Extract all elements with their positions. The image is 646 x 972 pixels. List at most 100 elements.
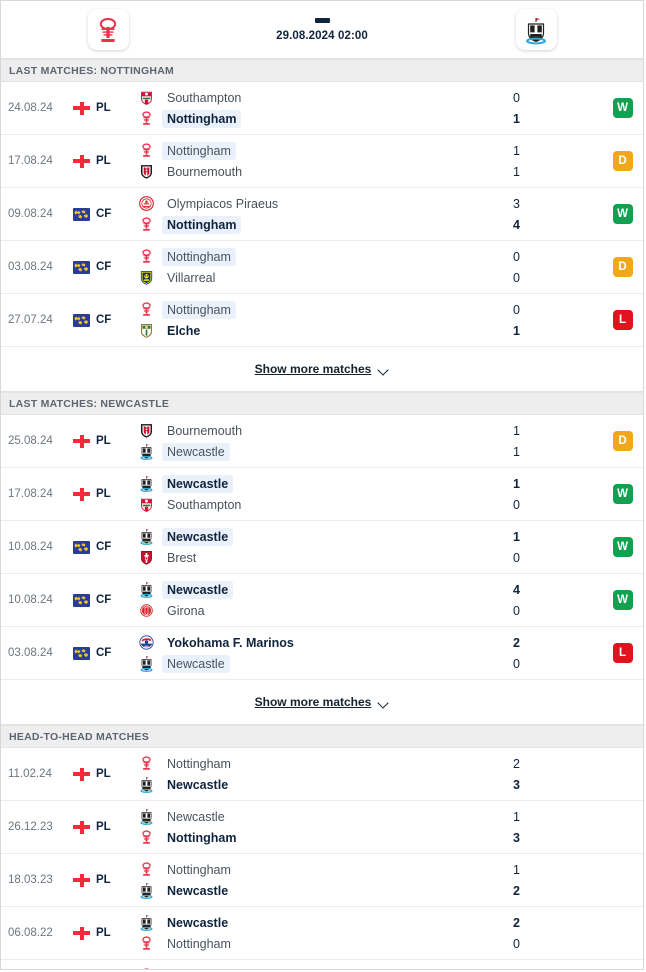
home-team[interactable]: Newcastle xyxy=(137,527,473,546)
home-team[interactable]: Newcastle xyxy=(137,474,473,493)
home-team[interactable]: Nottingham xyxy=(137,247,473,266)
competition-cell[interactable]: CF xyxy=(71,574,137,626)
home-team[interactable]: Newcastle xyxy=(137,580,473,599)
away-score: 1 xyxy=(513,111,520,126)
home-score: 4 xyxy=(513,582,520,597)
away-team[interactable]: Villarreal xyxy=(137,268,473,287)
show-more-matches-button[interactable]: Show more matches xyxy=(255,695,390,709)
teams-cell: Newcastle Southampton xyxy=(137,468,473,520)
competition-cell[interactable]: CF xyxy=(71,627,137,679)
match-row[interactable]: 25.08.24 PL Bournemouth Newcastle 1 1 D xyxy=(1,415,643,468)
away-team-name: Girona xyxy=(167,603,205,618)
away-team[interactable]: Girona xyxy=(137,601,473,620)
competition-cell[interactable]: PL xyxy=(71,854,137,906)
away-team-name: Nottingham xyxy=(167,830,237,845)
home-score: 0 xyxy=(513,302,520,317)
home-team[interactable]: Nottingham xyxy=(137,966,473,969)
away-team-crest-container[interactable] xyxy=(429,9,643,50)
home-team[interactable]: Yokohama F. Marinos xyxy=(137,633,473,652)
score-cell: 31 xyxy=(473,960,603,970)
home-score: 3 xyxy=(513,196,520,211)
match-row[interactable]: 09.08.24 CF Olympiacos Piraeus Nottingham 3 4… xyxy=(1,188,643,241)
away-team[interactable]: Newcastle xyxy=(137,654,473,673)
match-row[interactable]: 10.08.24 CF Newcastle Brest 1 0 W xyxy=(1,521,643,574)
home-team[interactable]: Nottingham xyxy=(137,141,473,160)
home-score: 2 xyxy=(513,635,520,650)
match-row[interactable]: 03.08.24 CF Yokohama F. Marinos Newcastle 2 0… xyxy=(1,627,643,680)
match-row[interactable]: 27.07.24 CF Nottingham Elche 0 1 L xyxy=(1,294,643,347)
home-team[interactable]: Newcastle xyxy=(137,913,473,932)
competition-label: PL xyxy=(96,927,111,939)
away-team[interactable]: Nottingham xyxy=(137,934,473,953)
home-team-name: Newcastle xyxy=(162,580,234,599)
result-cell: W xyxy=(603,468,643,520)
bournemouth-crest-icon xyxy=(137,163,155,181)
away-team[interactable]: Elche xyxy=(137,321,473,340)
away-team[interactable]: Newcastle xyxy=(137,775,473,794)
away-team[interactable]: Newcastle xyxy=(137,881,473,900)
home-team-name: Newcastle xyxy=(162,474,234,493)
match-row[interactable]: 24.08.24 PL Southampton Nottingham 0 1 W xyxy=(1,82,643,135)
match-row[interactable]: 06.08.22 PL Newcastle Nottingham 2 0 xyxy=(1,907,643,960)
result-cell xyxy=(603,907,643,959)
teams-cell: Newcastle Nottingham xyxy=(137,801,473,853)
competition-cell[interactable]: CF xyxy=(71,521,137,573)
score-cell: 20 xyxy=(473,627,603,679)
home-team[interactable]: Nottingham xyxy=(137,300,473,319)
competition-cell[interactable]: PL xyxy=(71,468,137,520)
away-team[interactable]: Nottingham xyxy=(137,109,473,128)
teams-cell: NottinghamNewcastle xyxy=(137,960,473,969)
away-team[interactable]: Nottingham xyxy=(137,215,473,234)
section-header-head-to-head-matches: HEAD-TO-HEAD MATCHES xyxy=(1,725,643,748)
competition-cell[interactable]: PL xyxy=(71,415,137,467)
newcastle-united-crest-icon xyxy=(137,808,155,826)
match-row[interactable]: 17.08.24 PL Newcastle Southampton 1 0 W xyxy=(1,468,643,521)
home-team[interactable]: Newcastle xyxy=(137,807,473,826)
competition-cell[interactable]: CF xyxy=(71,188,137,240)
match-row[interactable]: 18.03.23 PL Nottingham Newcastle 1 2 xyxy=(1,854,643,907)
away-score: 0 xyxy=(513,497,520,512)
home-team[interactable]: Olympiacos Piraeus xyxy=(137,194,473,213)
away-team[interactable]: Southampton xyxy=(137,495,473,514)
away-team[interactable]: Bournemouth xyxy=(137,162,473,181)
home-team-name: Nottingham xyxy=(162,141,236,160)
home-team[interactable]: Southampton xyxy=(137,88,473,107)
competition-cell[interactable]: PL xyxy=(71,135,137,187)
newcastle-united-crest-icon xyxy=(137,581,155,599)
home-team-name: Newcastle xyxy=(162,527,234,546)
newcastle-united-crest-icon xyxy=(137,475,155,493)
match-row[interactable]: 03.08.24 CF Nottingham Villarreal 0 0 D xyxy=(1,241,643,294)
away-team[interactable]: Brest xyxy=(137,548,473,567)
competition-cell[interactable]: CF xyxy=(71,294,137,346)
away-score: 0 xyxy=(513,550,520,565)
match-row[interactable]: 10.08.24 CF Newcastle Girona 4 0 W xyxy=(1,574,643,627)
home-score: 1 xyxy=(513,476,520,491)
away-team[interactable]: Newcastle xyxy=(137,442,473,461)
match-row[interactable]: 11.02.24 PL Nottingham Newcastle 2 3 xyxy=(1,748,643,801)
match-date: 25.08.24 xyxy=(8,435,53,447)
competition-cell[interactable]: PL xyxy=(71,748,137,800)
show-more-matches-button[interactable]: Show more matches xyxy=(255,362,390,376)
home-team[interactable]: Nottingham xyxy=(137,860,473,879)
match-row[interactable]: 17.08.24 PL Nottingham Bournemouth 1 1 D xyxy=(1,135,643,188)
away-team[interactable]: Nottingham xyxy=(137,828,473,847)
competition-cell[interactable]: PL xyxy=(71,907,137,959)
result-badge: L xyxy=(612,310,633,330)
result-badge: W xyxy=(612,537,633,557)
match-row[interactable]: 26.12.23 PL Newcastle Nottingham 1 3 xyxy=(1,801,643,854)
home-team[interactable]: Bournemouth xyxy=(137,421,473,440)
home-team[interactable]: Nottingham xyxy=(137,754,473,773)
competition-cell[interactable]: PL xyxy=(71,82,137,134)
away-team-name: Villarreal xyxy=(167,270,216,285)
home-score: 1 xyxy=(513,423,520,438)
away-score: 1 xyxy=(513,164,520,179)
competition-cell[interactable]: CF xyxy=(71,241,137,293)
result-cell: L xyxy=(603,294,643,346)
competition-cell[interactable]: PL xyxy=(71,801,137,853)
competition-cell[interactable]: EFL xyxy=(71,960,137,969)
home-team-crest-container[interactable] xyxy=(1,9,215,50)
match-row[interactable]: 30.08.18EFLNottinghamNewcastle31 xyxy=(1,960,643,970)
match-date: 24.08.24 xyxy=(8,102,53,114)
score-cell: 20 xyxy=(473,907,603,959)
world-flag-icon xyxy=(73,646,90,660)
